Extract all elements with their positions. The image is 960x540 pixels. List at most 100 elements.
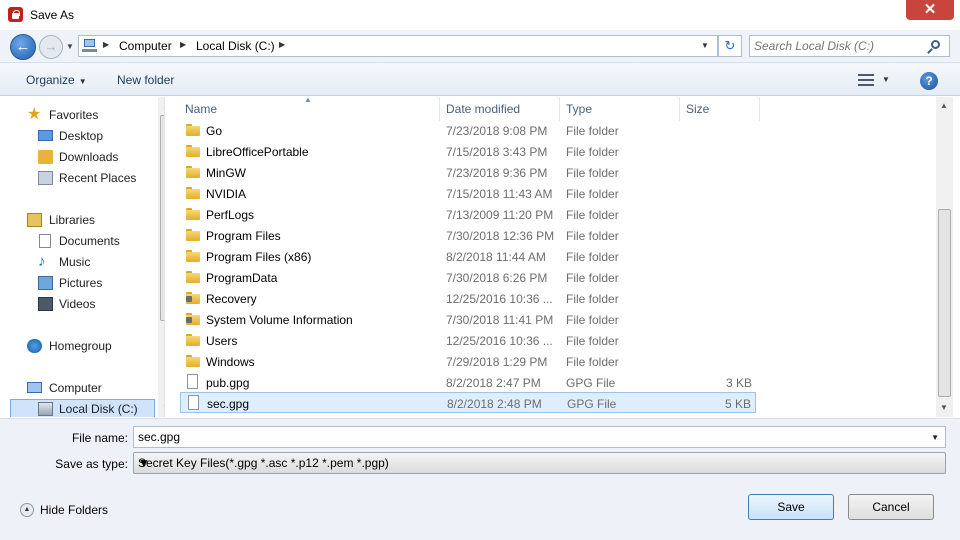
file-type: File folder xyxy=(566,124,619,138)
column-name-label: Name xyxy=(185,102,218,116)
folder-icon xyxy=(186,229,200,241)
breadcrumb-separator-icon[interactable]: ▶ xyxy=(103,40,109,49)
star-icon: ★ xyxy=(27,106,42,123)
file-row[interactable]: ProgramData 7/30/2018 6:26 PM File folder xyxy=(180,267,756,288)
save-type-label: Save as type: xyxy=(55,457,128,471)
nav-documents[interactable]: Documents xyxy=(10,231,155,251)
recent-locations-dropdown[interactable]: ▼ xyxy=(66,42,74,51)
file-type: File folder xyxy=(566,250,619,264)
refresh-button[interactable]: ↻ xyxy=(718,35,742,57)
file-name-combobox[interactable]: ▼ xyxy=(133,426,946,448)
file-date: 7/30/2018 11:41 PM xyxy=(446,313,554,327)
file-name: Users xyxy=(206,334,238,348)
file-row[interactable]: Users 12/25/2016 10:36 ... File folder xyxy=(180,330,756,351)
nav-downloads[interactable]: Downloads xyxy=(10,147,155,167)
nav-videos-label: Videos xyxy=(59,297,96,311)
nav-favorites[interactable]: ★ Favorites xyxy=(10,105,155,125)
libraries-icon xyxy=(27,213,42,227)
close-button[interactable]: ✕ xyxy=(906,0,954,20)
file-type: File folder xyxy=(566,229,619,243)
file-type: File folder xyxy=(566,145,619,159)
save-type-select[interactable]: Secret Key Files(*.gpg *.asc *.p12 *.pem… xyxy=(133,452,946,474)
column-header-date[interactable]: Date modified xyxy=(440,97,560,121)
search-icon[interactable] xyxy=(931,40,940,49)
file-name: Recovery xyxy=(206,292,257,306)
file-row[interactable]: Windows 7/29/2018 1:29 PM File folder xyxy=(180,351,756,372)
file-name-input[interactable] xyxy=(138,429,918,445)
downloads-icon xyxy=(38,150,53,164)
nav-desktop[interactable]: Desktop xyxy=(10,126,155,146)
file-list-scroll-thumb[interactable] xyxy=(938,209,951,397)
title-bar: Save As ✕ xyxy=(0,0,960,30)
scroll-up-icon[interactable]: ▲ xyxy=(162,101,164,110)
file-row[interactable]: MinGW 7/23/2018 9:36 PM File folder xyxy=(180,162,756,183)
nav-desktop-label: Desktop xyxy=(59,129,104,143)
nav-favorites-label: Favorites xyxy=(49,108,99,122)
save-form: File name: ▼ Save as type: Secret Key Fi… xyxy=(0,418,960,540)
column-header-name[interactable]: Name xyxy=(179,97,440,121)
nav-videos[interactable]: Videos xyxy=(10,294,155,314)
back-button[interactable]: ← xyxy=(10,34,36,60)
file-row[interactable]: Recovery 12/25/2016 10:36 ... File folder xyxy=(180,288,756,309)
nav-homegroup-label: Homegroup xyxy=(49,339,112,353)
save-button[interactable]: Save xyxy=(748,494,834,520)
nav-scroll-thumb[interactable] xyxy=(160,115,164,321)
file-date: 12/25/2016 10:36 ... xyxy=(446,334,553,348)
nav-scrollbar[interactable]: ▲ ▼ xyxy=(158,97,164,417)
file-row[interactable]: Go 7/23/2018 9:08 PM File folder xyxy=(180,120,756,141)
folder-icon xyxy=(186,334,200,346)
search-box[interactable] xyxy=(749,35,950,57)
address-dropdown-icon[interactable]: ▼ xyxy=(701,41,709,50)
column-date-label: Date modified xyxy=(446,102,521,116)
file-row[interactable]: Program Files (x86) 8/2/2018 11:44 AM File… xyxy=(180,246,756,267)
breadcrumb-computer[interactable]: Computer xyxy=(119,39,172,53)
nav-music[interactable]: ♪ Music xyxy=(10,252,155,272)
file-row[interactable]: Program Files 7/30/2018 12:36 PM File fold… xyxy=(180,225,756,246)
help-icon[interactable]: ? xyxy=(920,72,938,90)
file-list-scrollbar[interactable]: ▲ ▼ xyxy=(936,97,953,417)
file-date: 7/15/2018 3:43 PM xyxy=(446,145,548,159)
file-type: File folder xyxy=(566,292,619,306)
organize-button[interactable]: Organize ▼ xyxy=(26,73,87,87)
folder-icon xyxy=(186,145,200,157)
column-header-size[interactable]: Size xyxy=(680,97,760,121)
chevron-down-icon[interactable]: ▼ xyxy=(138,456,939,470)
videos-icon xyxy=(38,297,53,311)
nav-homegroup[interactable]: Homegroup xyxy=(10,336,155,356)
new-folder-button[interactable]: New folder xyxy=(117,73,174,87)
views-dropdown-icon[interactable]: ▼ xyxy=(882,75,890,84)
file-row[interactable]: NVIDIA 7/15/2018 11:43 AM File folder xyxy=(180,183,756,204)
nav-local-disk[interactable]: Local Disk (C:) xyxy=(10,399,155,417)
nav-computer[interactable]: Computer xyxy=(10,378,155,398)
file-row[interactable]: pub.gpg 8/2/2018 2:47 PM GPG File 3 KB xyxy=(180,372,756,393)
cancel-button[interactable]: Cancel xyxy=(848,494,934,520)
address-bar[interactable]: ▶ Computer ▶ Local Disk (C:) ▶ ▼ xyxy=(78,35,718,57)
file-name: Go xyxy=(206,124,223,138)
scroll-down-icon[interactable]: ▼ xyxy=(940,403,948,412)
app-lock-icon xyxy=(8,7,23,22)
file-date: 7/23/2018 9:08 PM xyxy=(446,124,548,138)
forward-button[interactable]: → xyxy=(39,35,63,59)
file-name-label: File name: xyxy=(71,431,128,445)
file-row-selected[interactable]: sec.gpg 8/2/2018 2:48 PM GPG File 5 KB xyxy=(180,392,756,413)
file-row[interactable]: System Volume Information 7/30/2018 11:41… xyxy=(180,309,756,330)
file-date: 7/29/2018 1:29 PM xyxy=(446,355,548,369)
locked-folder-icon xyxy=(186,292,200,304)
chevron-down-icon[interactable]: ▼ xyxy=(931,433,939,442)
scroll-down-icon[interactable]: ▼ xyxy=(162,403,164,412)
command-bar: Organize ▼ New folder ▼ ? xyxy=(0,62,960,96)
scroll-up-icon[interactable]: ▲ xyxy=(940,101,948,110)
file-row[interactable]: PerfLogs 7/13/2009 11:20 PM File folder xyxy=(180,204,756,225)
file-size: 5 KB xyxy=(724,397,751,411)
file-row[interactable]: LibreOfficePortable 7/15/2018 3:43 PM File… xyxy=(180,141,756,162)
views-icon[interactable] xyxy=(858,74,874,86)
breadcrumb-local-disk[interactable]: Local Disk (C:) xyxy=(196,39,275,53)
nav-pictures[interactable]: Pictures xyxy=(10,273,155,293)
column-header-type[interactable]: Type xyxy=(560,97,680,121)
breadcrumb-separator-icon[interactable]: ▶ xyxy=(279,40,285,49)
nav-libraries[interactable]: Libraries xyxy=(10,210,155,230)
nav-computer-label: Computer xyxy=(49,381,102,395)
search-input[interactable] xyxy=(754,38,924,54)
breadcrumb-separator-icon[interactable]: ▶ xyxy=(180,40,186,49)
nav-recent-places[interactable]: Recent Places xyxy=(10,168,155,188)
